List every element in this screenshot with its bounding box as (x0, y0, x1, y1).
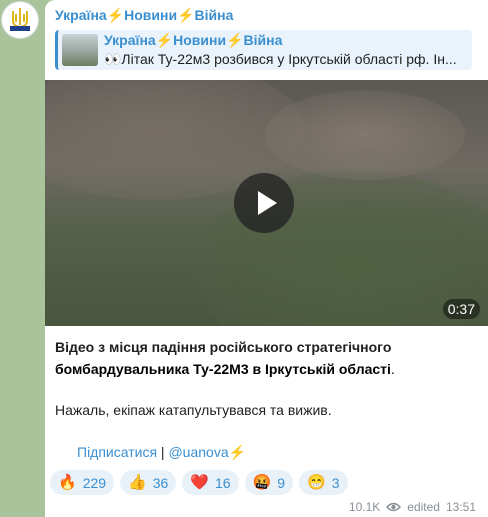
reply-preview[interactable]: Україна⚡Новини⚡Війна 👀Літак Ту-22м3 розб… (55, 30, 472, 70)
reaction-thumbs-up[interactable]: 👍 36 (120, 470, 177, 495)
trident-logo-icon (10, 8, 30, 31)
reaction-heart[interactable]: ❤️ 16 (182, 470, 239, 495)
message-bubble: Україна⚡Новини⚡Війна Україна⚡Новини⚡Війн… (45, 0, 488, 517)
reaction-grin[interactable]: 😁 3 (299, 470, 348, 495)
handle-suffix: ⚡ (228, 444, 247, 460)
message-line-2-bold: бомбардувальника Ту-22М3 в Іркутській об… (55, 361, 391, 377)
play-icon (258, 191, 277, 215)
subscribe-link[interactable]: Підписатися (77, 444, 157, 460)
edited-label: edited (407, 500, 440, 514)
reaction-fire[interactable]: 🔥 229 (50, 470, 115, 495)
message-meta: 10.1K edited 13:51 (349, 500, 476, 514)
reply-thumbnail (62, 34, 98, 66)
video-player[interactable]: 0:37 (45, 80, 488, 326)
message-line-2: бомбардувальника Ту-22М3 в Іркутській об… (55, 358, 395, 380)
message-line-3: Нажаль, екіпаж катапультувався та вижив. (55, 402, 332, 418)
play-button[interactable] (234, 173, 294, 233)
channel-name[interactable]: Україна⚡Новини⚡Війна (55, 7, 233, 24)
message-line-2-end: . (390, 361, 395, 377)
view-count: 10.1K (348, 500, 381, 514)
message-line-1: Відео з місця падіння російського страте… (55, 339, 392, 355)
handle-link[interactable]: @uanova (168, 444, 228, 460)
reactions-bar: 🔥 229 👍 36 ❤️ 16 🤬 9 😁 3 (50, 470, 348, 495)
reaction-count: 16 (215, 474, 231, 491)
channel-avatar[interactable] (1, 1, 39, 39)
eye-icon (386, 502, 402, 512)
reply-title: Україна⚡Новини⚡Війна (104, 32, 283, 48)
message-time: 13:51 (445, 500, 476, 514)
reply-text: 👀Літак Ту-22м3 розбився у Іркутській обл… (104, 51, 457, 67)
grin-face-icon: 😁 (307, 474, 326, 491)
video-duration: 0:37 (442, 299, 480, 319)
links-line: Підписатися | @uanova⚡ (77, 441, 246, 463)
fire-icon: 🔥 (58, 474, 77, 491)
heart-icon: ❤️ (190, 474, 209, 491)
reaction-count: 229 (82, 474, 107, 491)
reaction-count: 36 (152, 474, 169, 491)
reaction-count: 9 (277, 474, 286, 491)
link-separator: | (157, 444, 169, 460)
reaction-count: 3 (331, 474, 340, 491)
thumbs-up-icon: 👍 (128, 474, 147, 491)
reaction-angry[interactable]: 🤬 9 (244, 470, 294, 495)
angry-face-icon: 🤬 (252, 474, 272, 491)
